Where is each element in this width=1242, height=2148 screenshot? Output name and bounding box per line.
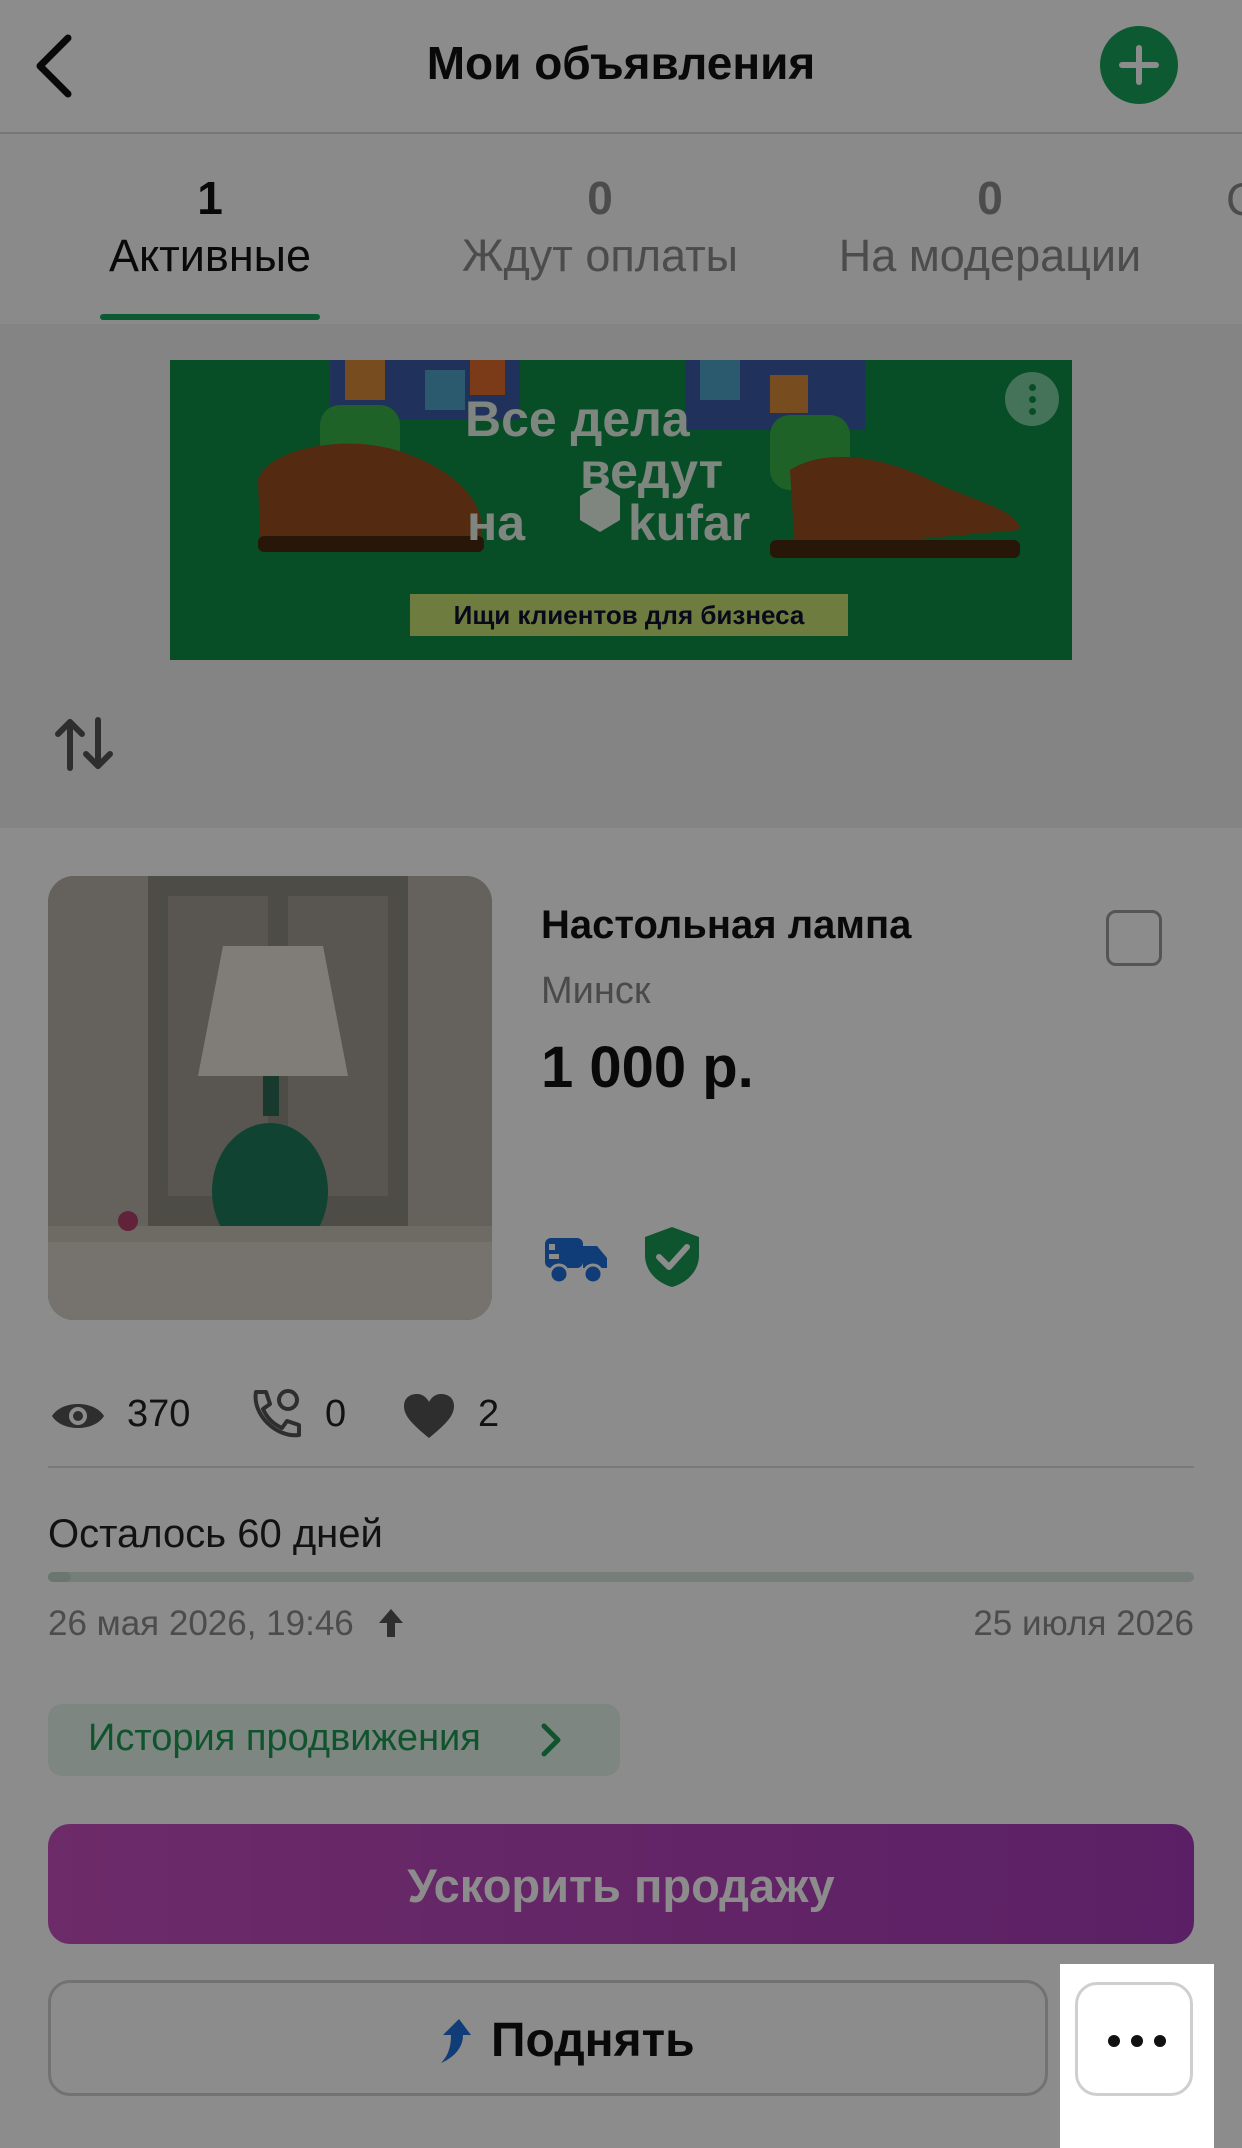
banner-subtitle: Ищи клиентов для бизнеса	[410, 594, 848, 636]
listing-city: Минск	[541, 970, 651, 1012]
days-left-text: Осталось 60 дней	[48, 1512, 383, 1556]
raise-label: Поднять	[491, 2014, 695, 2067]
status-tabs: 1 Активные 0 Ждут оплаты 0 На модерации …	[0, 134, 1242, 324]
active-tab-indicator	[100, 314, 320, 320]
add-listing-button[interactable]	[1100, 26, 1178, 104]
lamp-photo	[48, 876, 492, 1320]
sort-arrows-icon[interactable]	[52, 716, 116, 772]
tab-count: 1	[197, 172, 223, 224]
tab-label: Ждут оплаты	[461, 230, 739, 281]
banner-line3: на	[467, 495, 526, 551]
history-label: История продвижения	[88, 1717, 481, 1759]
banner-line1: Все дела	[465, 391, 690, 447]
lifetime-progress-fill	[48, 1572, 71, 1582]
chevron-right-icon	[541, 1723, 561, 1757]
delivery-truck-icon	[545, 1238, 607, 1285]
tab-more[interactable]: С	[1226, 170, 1242, 230]
publish-date-text: 26 мая 2026, 19:46	[48, 1604, 354, 1643]
eye-icon	[52, 1404, 104, 1428]
boost-label: Ускорить продажу	[407, 1859, 835, 1912]
raise-button[interactable]: Поднять	[48, 1980, 1048, 2096]
promotion-history-button[interactable]: История продвижения	[48, 1704, 620, 1776]
lifetime-progress	[48, 1572, 1194, 1582]
listing-price: 1 000 р.	[541, 1035, 754, 1100]
favorites-count: 2	[478, 1393, 500, 1435]
tab-count: 0	[587, 172, 613, 224]
listing-title[interactable]: Настольная лампа	[541, 903, 911, 948]
calls-count: 0	[325, 1393, 347, 1435]
views-count: 370	[127, 1393, 191, 1435]
shield-check-icon	[645, 1227, 699, 1287]
divider	[48, 1466, 1194, 1468]
tab-moderation[interactable]: 0 На модерации	[820, 170, 1160, 286]
publish-date: 26 мая 2026, 19:46	[48, 1604, 406, 1644]
tab-label: С	[1226, 170, 1242, 230]
tab-label: Активные	[108, 230, 312, 281]
tab-count: 0	[977, 172, 1003, 224]
tab-label: На модерации	[838, 230, 1142, 281]
banner-line2: ведут	[580, 443, 724, 499]
raise-arrow-icon	[378, 1609, 403, 1637]
heart-icon	[404, 1394, 454, 1438]
boost-sale-button[interactable]: Ускорить продажу	[48, 1824, 1194, 1944]
more-options-button[interactable]	[1075, 1982, 1193, 2096]
banner-menu-icon[interactable]	[1005, 372, 1059, 426]
select-checkbox[interactable]	[1106, 910, 1162, 966]
raise-arrow-icon	[441, 2019, 471, 2063]
expire-date: 25 июля 2026	[973, 1604, 1194, 1643]
page-title: Мои объявления	[426, 37, 816, 89]
phone-call-icon	[253, 1389, 301, 1438]
tab-awaiting-payment[interactable]: 0 Ждут оплаты	[440, 170, 760, 286]
banner-brand: kufar	[628, 495, 751, 551]
tab-active[interactable]: 1 Активные	[70, 170, 350, 286]
listing-photo[interactable]	[48, 876, 492, 1320]
